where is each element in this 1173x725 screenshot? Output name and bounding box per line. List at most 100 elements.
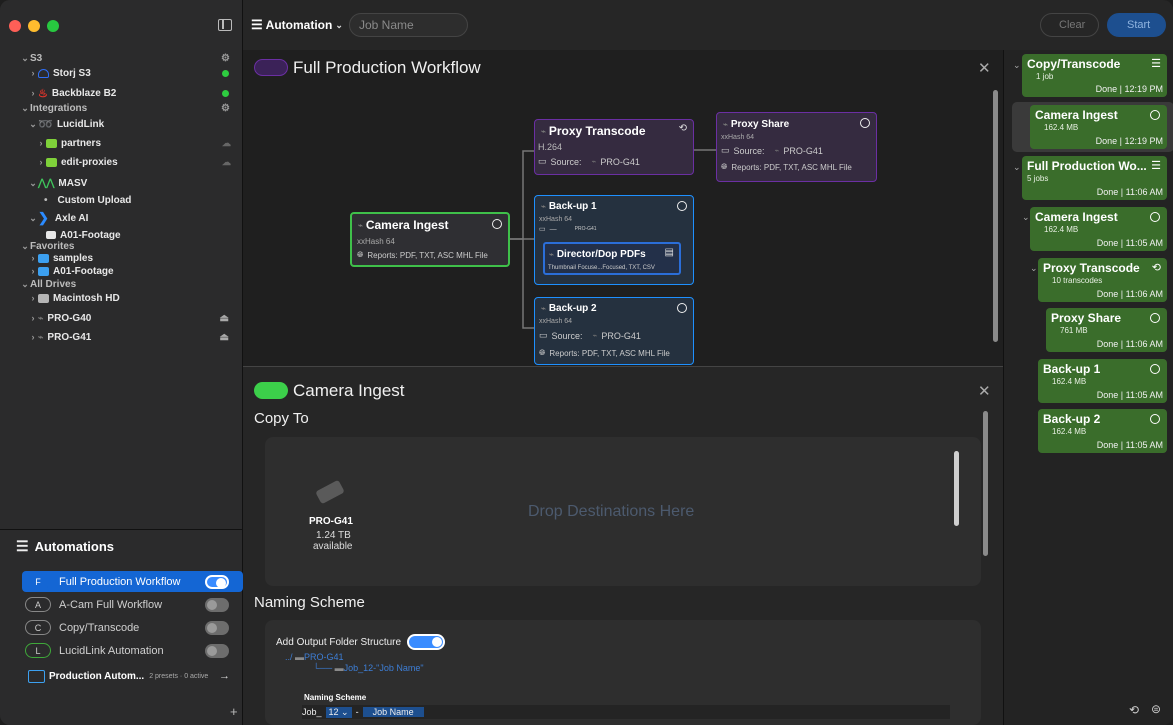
ns-job-name-token[interactable]: Job Name xyxy=(362,707,424,717)
sidebar-item-masv[interactable]: ⌄ ⋀⋀ MASV xyxy=(28,174,271,192)
node-backup-2[interactable]: ⌁ Back-up 2 xxHash 64 ▭ Source: ⌁ PRO-G41 🌐︎… xyxy=(534,297,694,365)
eject-icon[interactable]: ⏏ xyxy=(220,313,229,324)
close-window-button[interactable] xyxy=(9,20,21,32)
masv-icon: ⋀⋀ xyxy=(38,177,55,189)
job-card[interactable]: Back-up 2 162.4 MB Done | 11:05 AM xyxy=(1038,409,1167,453)
section-label: All Drives xyxy=(30,278,77,290)
lucid-folder-icon xyxy=(46,138,57,148)
add-automation-button[interactable]: + xyxy=(230,704,238,719)
folder-icon: ▬ xyxy=(334,663,344,673)
workflow-canvas: Full Production Workflow ✕ ⌁ Camera Inges… xyxy=(243,50,1003,367)
history-icon[interactable]: ⟲ xyxy=(1129,703,1139,717)
automation-item-full-production[interactable]: F Full Production Workflow xyxy=(22,571,243,592)
automation-label: LucidLink Automation xyxy=(59,644,164,657)
tree-root-label: PRO-G41 xyxy=(304,652,344,662)
automation-item-a-cam[interactable]: A A-Cam Full Workflow xyxy=(22,594,243,615)
cloud-icon: ☁ xyxy=(222,156,231,167)
chevron-down-icon: ⌄ xyxy=(335,19,343,30)
sidebar-item-pro-g40[interactable]: › ⌁ PRO-G40 ⏏ xyxy=(28,309,243,327)
automation-icon: ☰ xyxy=(251,17,263,32)
sidebar-item-lucidlink[interactable]: ⌄ ➿ LucidLink xyxy=(28,115,271,133)
zoom-window-button[interactable] xyxy=(47,20,59,32)
job-card[interactable]: Proxy Transcode 10 transcodes Done | 11:… xyxy=(1038,258,1167,302)
arrow-right-icon[interactable]: → xyxy=(219,670,230,682)
status-ring-icon xyxy=(1150,313,1160,323)
chevron-down-icon[interactable]: ⌄ xyxy=(1013,60,1021,71)
transcode-icon: ⟲ xyxy=(678,123,687,134)
folder-icon: ▬ xyxy=(295,652,305,662)
node-codec: H.264 xyxy=(538,142,563,152)
status-dot xyxy=(222,89,229,97)
job-sub: 162.4 MB xyxy=(1052,427,1087,436)
ns-number-token[interactable]: 12 ⌄ xyxy=(325,706,352,718)
gear-icon[interactable]: ⚙ xyxy=(221,103,230,114)
item-label: Macintosh HD xyxy=(53,292,120,304)
automation-item-copy-transcode[interactable]: C Copy/Transcode xyxy=(22,617,243,638)
sidebar-item-edit-proxies[interactable]: › edit-proxies ☁ xyxy=(36,153,243,171)
folder-tree-child: └── ▬Job_12-"Job Name" xyxy=(313,663,424,673)
node-source: PRO-G41 xyxy=(600,156,640,167)
add-output-label: Add Output Folder Structure xyxy=(276,636,402,648)
drop-destinations-area[interactable]: PRO-G41 1.24 TB available Drop Destinati… xyxy=(265,437,981,586)
job-card[interactable]: Back-up 1 162.4 MB Done | 11:05 AM xyxy=(1038,359,1167,403)
automation-folder[interactable]: Production Autom... 2 presets · 0 active… xyxy=(28,667,238,685)
job-title: Camera Ingest xyxy=(1035,108,1118,122)
clear-button[interactable]: Clear xyxy=(1040,13,1099,37)
lucid-folder-icon xyxy=(46,157,57,167)
drop-scrollbar[interactable] xyxy=(954,451,959,526)
sidebar-toggle-icon[interactable] xyxy=(218,19,232,31)
job-card[interactable]: Camera Ingest 162.4 MB Done | 11:05 AM xyxy=(1030,207,1167,251)
drive-icon: ⌁ xyxy=(358,220,363,230)
filter-icon[interactable]: ⊜ xyxy=(1151,702,1161,716)
globe-icon: 🌐︎ xyxy=(721,162,728,171)
job-title: Full Production Wo... xyxy=(1027,159,1147,173)
canvas-scrollbar[interactable] xyxy=(993,90,998,342)
automation-toggle[interactable] xyxy=(205,597,229,612)
app-window: ⌄ S3 ⚙ › Storj S3 › ♨ Backblaze B2 ⌄ Integrati… xyxy=(0,0,1173,725)
naming-scheme-field[interactable]: Job_ 12 ⌄ - Job Name xyxy=(302,705,950,719)
minimize-window-button[interactable] xyxy=(28,20,40,32)
detail-scrollbar[interactable] xyxy=(983,411,988,556)
sidebar-item-macintosh-hd[interactable]: › Macintosh HD xyxy=(28,289,271,307)
node-backup-1[interactable]: ⌁ Back-up 1 xxHash 64 ▭ — PRO-G41 ⌁ Director… xyxy=(534,195,694,285)
sidebar-item-storj[interactable]: › Storj S3 xyxy=(28,64,243,82)
job-name-placeholder: Job Name xyxy=(359,18,414,32)
status-ring-icon xyxy=(492,219,502,229)
job-card[interactable]: Camera Ingest 162.4 MB Done | 12:19 PM xyxy=(1030,105,1167,149)
automation-menu[interactable]: ☰ Automation ⌄ xyxy=(251,17,343,33)
job-status: Done | 11:06 AM xyxy=(1096,187,1163,197)
node-director-pdfs[interactable]: ⌁ Director/Dop PDFs ▤ Thumbnail Focuse...… xyxy=(543,242,681,275)
gear-icon[interactable]: ⚙ xyxy=(221,53,230,64)
folder-icon: ▭ xyxy=(539,226,546,233)
chevron-down-icon[interactable]: ⌄ xyxy=(1013,162,1021,173)
job-title: Back-up 1 xyxy=(1043,362,1101,376)
job-card[interactable]: Proxy Share 761 MB Done | 11:06 AM xyxy=(1046,308,1167,352)
start-button[interactable]: Start xyxy=(1107,13,1166,37)
node-proxy-transcode[interactable]: ⌁ Proxy Transcode ⟲ H.264 ▭ Source: ⌁ PRO-G4… xyxy=(534,119,694,175)
automation-toggle[interactable] xyxy=(205,620,229,635)
sidebar-item-partners[interactable]: › partners ☁ xyxy=(36,134,243,152)
job-sub: 761 MB xyxy=(1060,326,1088,335)
close-icon[interactable]: ✕ xyxy=(978,382,991,400)
eject-icon[interactable]: ⏏ xyxy=(220,332,229,343)
output-folder-toggle[interactable] xyxy=(407,634,446,650)
chevron-down-icon[interactable]: ⌄ xyxy=(1022,212,1030,223)
chevron-down-icon[interactable]: ⌄ xyxy=(1030,263,1038,274)
sidebar-item-axle[interactable]: ⌄ ❯ Axle AI xyxy=(28,209,271,227)
node-hash: xxHash 64 xyxy=(539,216,573,223)
automation-label: Full Production Workflow xyxy=(59,575,181,588)
node-title: Director/Dop PDFs xyxy=(556,249,646,260)
job-status: Done | 12:19 PM xyxy=(1095,136,1163,146)
automation-toggle[interactable] xyxy=(205,643,229,658)
folder-tree-root: ../ ▬PRO-G41 xyxy=(285,652,344,662)
job-name-input[interactable]: Job Name xyxy=(349,13,468,37)
job-card[interactable]: Copy/Transcode 1 job Done | 12:19 PM ☰ xyxy=(1022,54,1167,97)
node-proxy-share[interactable]: ⌁ Proxy Share xxHash 64 ▭ Source: ⌁ PRO-G41 … xyxy=(716,112,877,182)
node-camera-ingest[interactable]: ⌁ Camera Ingest xxHash 64 🌐︎ Reports: PDF,… xyxy=(350,212,510,267)
automation-letter-badge: F xyxy=(25,574,51,589)
automation-toggle[interactable] xyxy=(205,574,229,589)
automation-item-lucidlink[interactable]: L LucidLink Automation xyxy=(22,640,243,661)
sidebar-item-pro-g41[interactable]: › ⌁ PRO-G41 ⏏ xyxy=(28,328,243,346)
job-card[interactable]: Full Production Wo... 5 jobs Done | 11:0… xyxy=(1022,156,1167,200)
drive-available: available xyxy=(313,541,353,552)
